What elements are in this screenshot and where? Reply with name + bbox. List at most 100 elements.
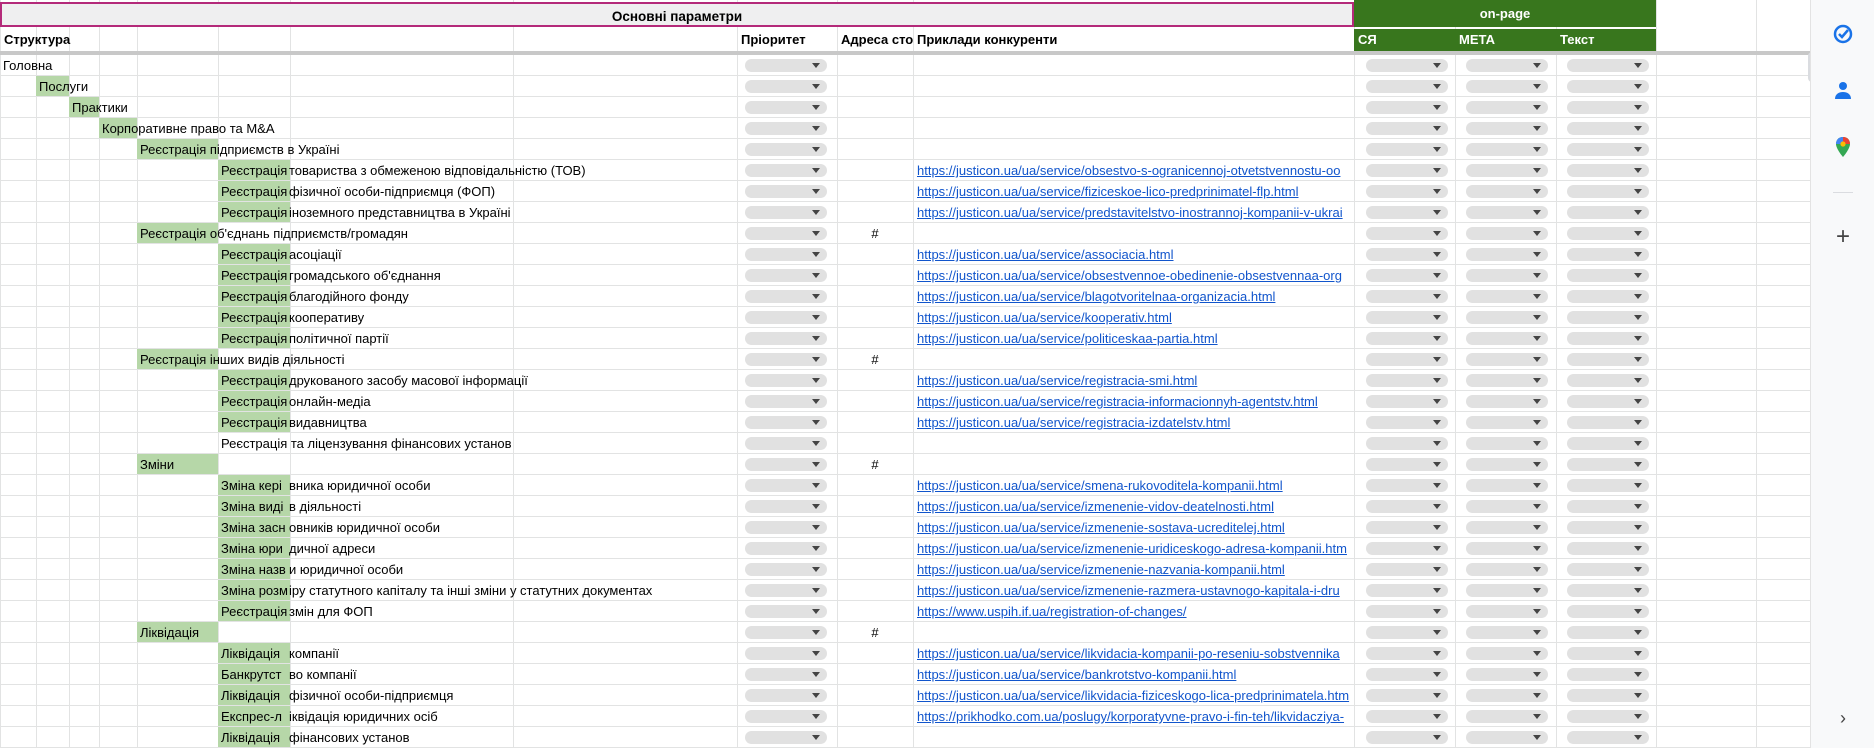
- address-column-header[interactable]: Адреса сто: [837, 29, 913, 51]
- address-cell[interactable]: #: [837, 454, 913, 475]
- sya-dropdown[interactable]: [1366, 248, 1448, 261]
- structure-cell[interactable]: Банкрутст: [218, 664, 281, 685]
- meta-dropdown[interactable]: [1466, 59, 1548, 72]
- structure-cell[interactable]: Реєстрація: [218, 370, 287, 391]
- priority-dropdown[interactable]: [745, 269, 827, 282]
- text-dropdown[interactable]: [1567, 668, 1649, 681]
- priority-dropdown[interactable]: [745, 164, 827, 177]
- structure-cell[interactable]: Реєстрація: [218, 286, 287, 307]
- competitor-link[interactable]: https://justicon.ua/ua/service/kooperati…: [913, 307, 1354, 328]
- sya-dropdown[interactable]: [1366, 710, 1448, 723]
- structure-column-header[interactable]: Структура: [0, 29, 740, 51]
- competitor-link[interactable]: https://justicon.ua/ua/service/associaci…: [913, 244, 1354, 265]
- competitor-link[interactable]: https://justicon.ua/ua/service/izmenenie…: [913, 517, 1354, 538]
- structure-cell[interactable]: Зміна розм: [218, 580, 288, 601]
- priority-dropdown[interactable]: [745, 101, 827, 114]
- competitor-link[interactable]: https://justicon.ua/ua/service/izmenenie…: [913, 538, 1354, 559]
- sya-dropdown[interactable]: [1366, 353, 1448, 366]
- priority-dropdown[interactable]: [745, 206, 827, 219]
- text-dropdown[interactable]: [1567, 626, 1649, 639]
- meta-dropdown[interactable]: [1466, 668, 1548, 681]
- structure-cell[interactable]: Ліквідація: [218, 643, 280, 664]
- priority-dropdown[interactable]: [745, 311, 827, 324]
- sya-dropdown[interactable]: [1366, 227, 1448, 240]
- competitor-link[interactable]: https://justicon.ua/ua/service/likvidaci…: [913, 643, 1354, 664]
- sya-dropdown[interactable]: [1366, 59, 1448, 72]
- sya-dropdown[interactable]: [1366, 122, 1448, 135]
- structure-cell[interactable]: Реєстрація: [218, 265, 287, 286]
- sya-dropdown[interactable]: [1366, 584, 1448, 597]
- sya-dropdown[interactable]: [1366, 269, 1448, 282]
- maps-icon[interactable]: [1811, 136, 1874, 163]
- address-cell[interactable]: #: [837, 223, 913, 244]
- text-dropdown[interactable]: [1567, 185, 1649, 198]
- structure-cell[interactable]: Зміна кері: [218, 475, 282, 496]
- meta-dropdown[interactable]: [1466, 290, 1548, 303]
- meta-dropdown[interactable]: [1466, 647, 1548, 660]
- text-dropdown[interactable]: [1567, 689, 1649, 702]
- sya-dropdown[interactable]: [1366, 542, 1448, 555]
- add-icon[interactable]: +: [1811, 225, 1874, 249]
- meta-dropdown[interactable]: [1466, 101, 1548, 114]
- frozen-rows-divider[interactable]: [0, 51, 1810, 55]
- sya-dropdown[interactable]: [1366, 395, 1448, 408]
- sya-dropdown[interactable]: [1366, 164, 1448, 177]
- priority-dropdown[interactable]: [745, 143, 827, 156]
- meta-dropdown[interactable]: [1466, 227, 1548, 240]
- text-dropdown[interactable]: [1567, 332, 1649, 345]
- structure-cell[interactable]: Корпоративне право та M&A: [99, 118, 275, 139]
- priority-dropdown[interactable]: [745, 563, 827, 576]
- sya-dropdown[interactable]: [1366, 185, 1448, 198]
- priority-dropdown[interactable]: [745, 395, 827, 408]
- text-dropdown[interactable]: [1567, 227, 1649, 240]
- tasks-icon[interactable]: [1811, 24, 1874, 49]
- text-dropdown[interactable]: [1567, 521, 1649, 534]
- meta-dropdown[interactable]: [1466, 395, 1548, 408]
- meta-dropdown[interactable]: [1466, 479, 1548, 492]
- structure-cell[interactable]: Послуги: [36, 76, 88, 97]
- structure-cell[interactable]: Практики: [69, 97, 128, 118]
- competitor-link[interactable]: https://justicon.ua/ua/service/registrac…: [913, 412, 1354, 433]
- sya-dropdown[interactable]: [1366, 479, 1448, 492]
- sya-column-header[interactable]: СЯ: [1354, 29, 1455, 51]
- priority-dropdown[interactable]: [745, 458, 827, 471]
- competitor-link[interactable]: https://justicon.ua/ua/service/bankrotst…: [913, 664, 1354, 685]
- competitor-link[interactable]: https://justicon.ua/ua/service/smena-ruk…: [913, 475, 1354, 496]
- competitor-link[interactable]: https://justicon.ua/ua/service/registrac…: [913, 370, 1354, 391]
- competitor-link[interactable]: https://prikhodko.com.ua/poslugy/korpora…: [913, 706, 1354, 727]
- contacts-icon[interactable]: [1811, 80, 1874, 105]
- meta-dropdown[interactable]: [1466, 500, 1548, 513]
- text-dropdown[interactable]: [1567, 731, 1649, 744]
- meta-dropdown[interactable]: [1466, 248, 1548, 261]
- text-dropdown[interactable]: [1567, 122, 1649, 135]
- text-dropdown[interactable]: [1567, 143, 1649, 156]
- text-dropdown[interactable]: [1567, 269, 1649, 282]
- onpage-header[interactable]: on-page: [1354, 0, 1656, 27]
- meta-dropdown[interactable]: [1466, 185, 1548, 198]
- text-dropdown[interactable]: [1567, 374, 1649, 387]
- text-dropdown[interactable]: [1567, 206, 1649, 219]
- meta-dropdown[interactable]: [1466, 437, 1548, 450]
- meta-dropdown[interactable]: [1466, 521, 1548, 534]
- text-dropdown[interactable]: [1567, 479, 1649, 492]
- priority-dropdown[interactable]: [745, 542, 827, 555]
- competitor-link[interactable]: https://justicon.ua/ua/service/izmenenie…: [913, 559, 1354, 580]
- priority-dropdown[interactable]: [745, 626, 827, 639]
- text-dropdown[interactable]: [1567, 416, 1649, 429]
- text-dropdown[interactable]: [1567, 290, 1649, 303]
- text-dropdown[interactable]: [1567, 395, 1649, 408]
- priority-dropdown[interactable]: [745, 710, 827, 723]
- priority-dropdown[interactable]: [745, 185, 827, 198]
- competitor-link[interactable]: https://justicon.ua/ua/service/obsestvo-…: [913, 160, 1354, 181]
- text-dropdown[interactable]: [1567, 563, 1649, 576]
- text-dropdown[interactable]: [1567, 437, 1649, 450]
- meta-dropdown[interactable]: [1466, 689, 1548, 702]
- meta-dropdown[interactable]: [1466, 374, 1548, 387]
- structure-cell[interactable]: Реєстрація інших видів діяльності: [137, 349, 345, 370]
- competitor-link[interactable]: https://www.uspih.if.ua/registration-of-…: [913, 601, 1354, 622]
- meta-dropdown[interactable]: [1466, 710, 1548, 723]
- priority-dropdown[interactable]: [745, 605, 827, 618]
- sya-dropdown[interactable]: [1366, 332, 1448, 345]
- priority-dropdown[interactable]: [745, 584, 827, 597]
- meta-dropdown[interactable]: [1466, 731, 1548, 744]
